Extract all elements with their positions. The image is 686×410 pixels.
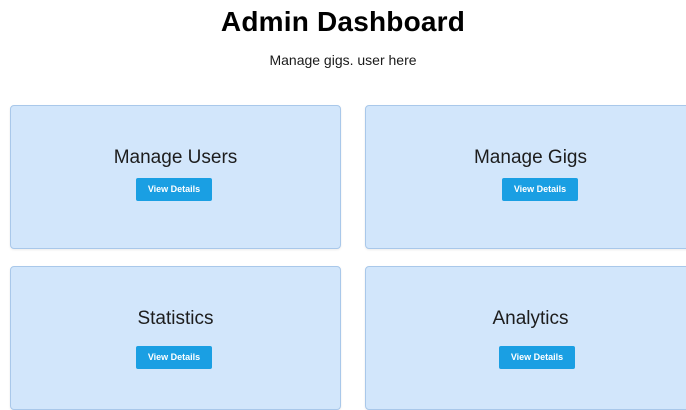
page-title: Admin Dashboard: [220, 6, 466, 37]
analytics-card: Analytics View Details: [365, 266, 686, 410]
statistics-view-details-button[interactable]: View Details: [136, 346, 212, 369]
card-title: Statistics: [137, 308, 214, 329]
manage-users-card: Manage Users View Details: [10, 105, 341, 249]
manage-gigs-view-details-button[interactable]: View Details: [502, 178, 578, 201]
page-subtitle: Manage gigs. user here: [269, 52, 417, 68]
card-title: Manage Users: [113, 147, 238, 168]
statistics-card: Statistics View Details: [10, 266, 341, 410]
manage-gigs-card: Manage Gigs View Details: [365, 105, 686, 249]
manage-users-view-details-button[interactable]: View Details: [136, 178, 212, 201]
card-title: Analytics: [492, 308, 569, 329]
analytics-view-details-button[interactable]: View Details: [499, 346, 575, 369]
card-title: Manage Gigs: [473, 147, 587, 168]
